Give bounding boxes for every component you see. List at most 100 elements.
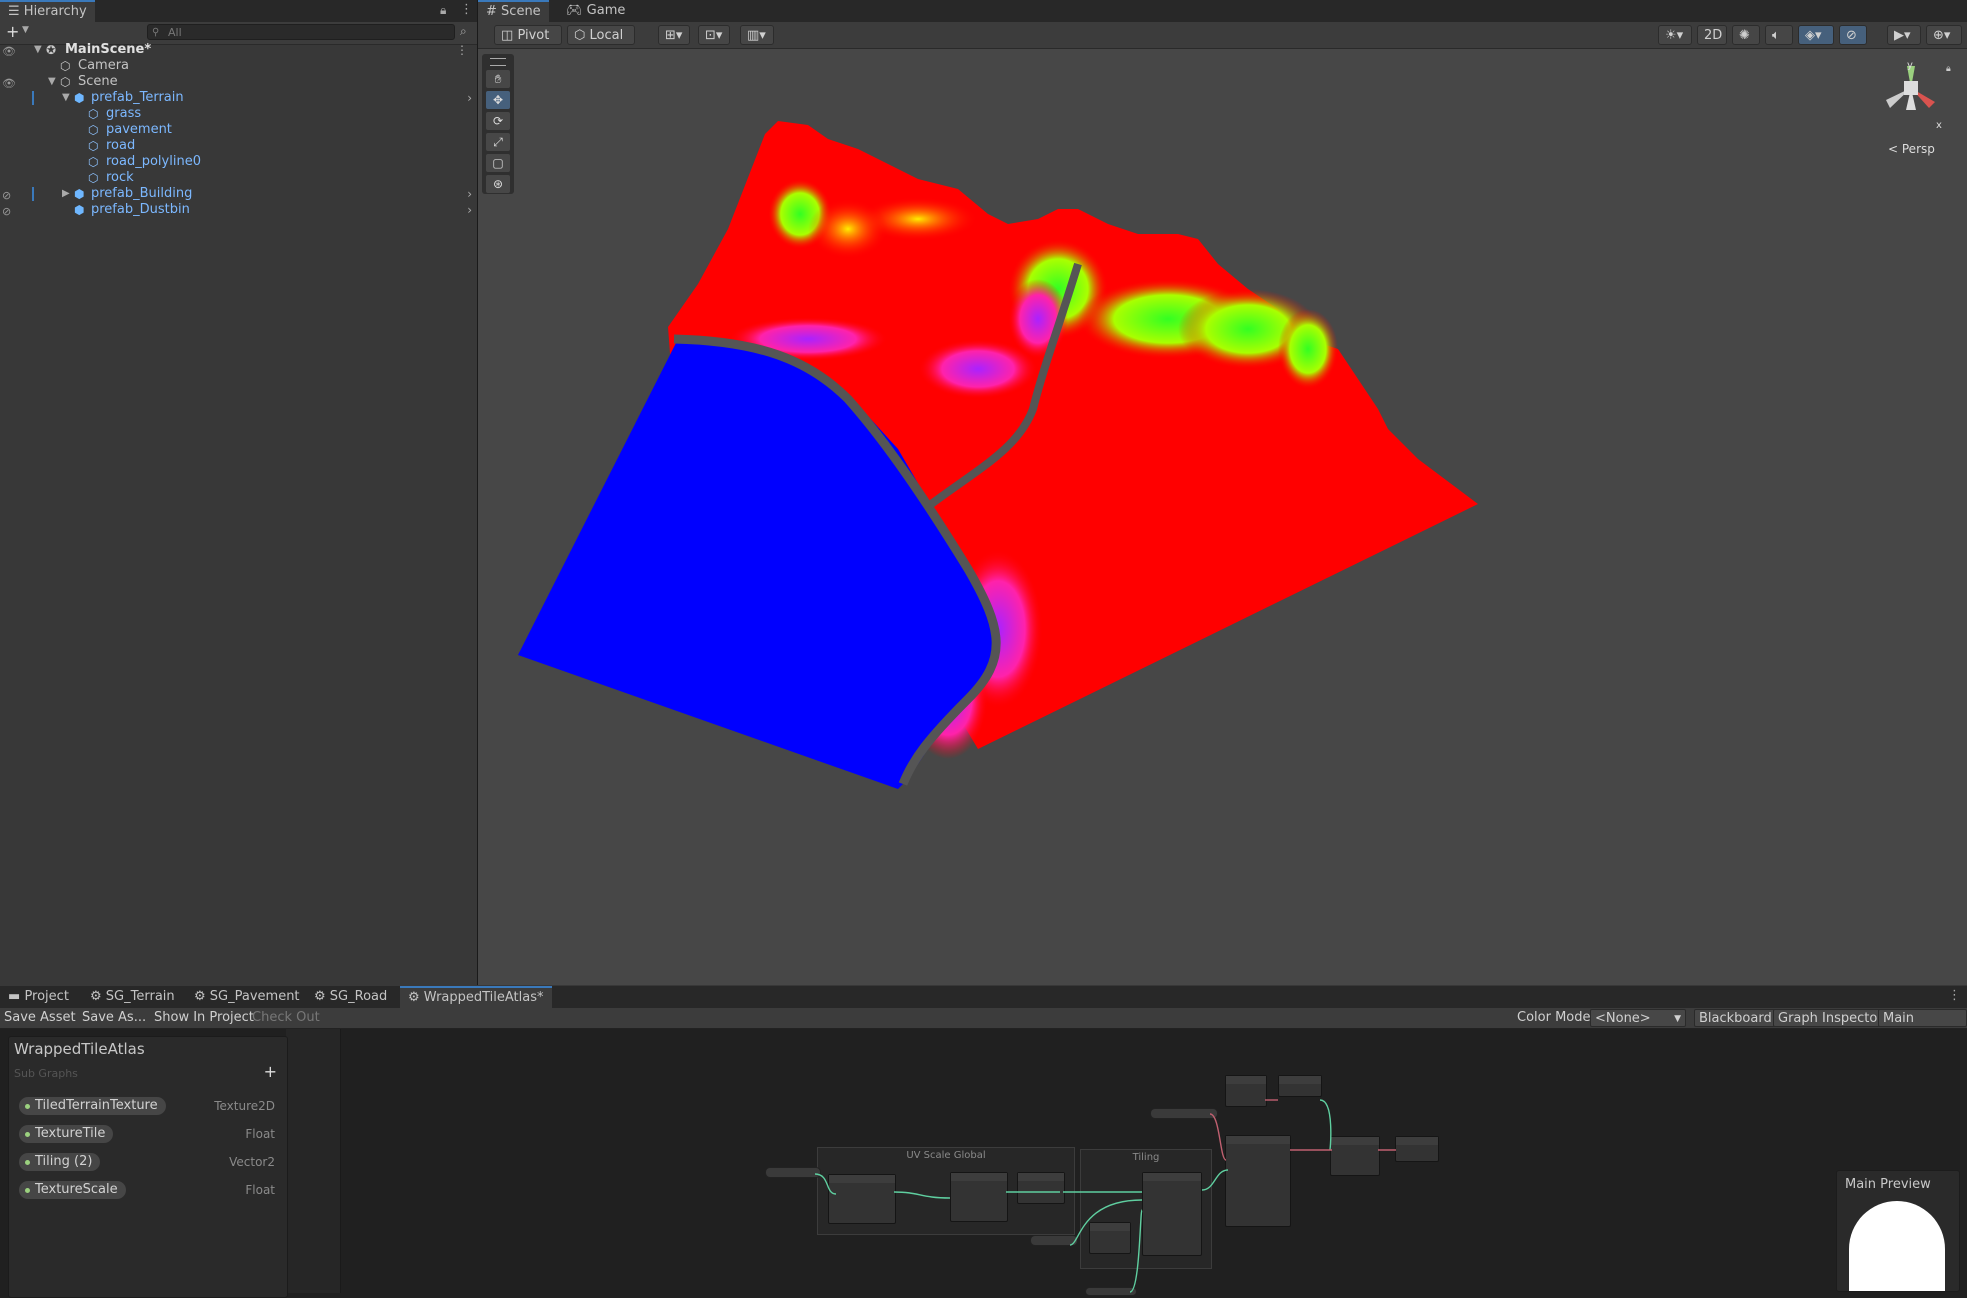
cube-icon: ⬡ bbox=[574, 28, 586, 43]
grid-snap-button[interactable]: ⊞▾ bbox=[658, 25, 690, 45]
list-item[interactable]: ⬡ Camera bbox=[32, 58, 472, 74]
collapse-triangle-icon[interactable]: ▶ bbox=[62, 186, 70, 202]
transform-tool-button[interactable]: ⊛ bbox=[486, 175, 510, 193]
tab-hierarchy[interactable]: ☰ Hierarchy bbox=[0, 0, 95, 22]
move-icon: ✥ bbox=[492, 93, 504, 107]
gameobject-icon: ⬡ bbox=[60, 75, 71, 89]
shadergraph-toolbar: Save Asset Save As... Show In Project Ch… bbox=[0, 1008, 1967, 1044]
hidden-visibility-icon[interactable]: ⊘ bbox=[2, 205, 11, 218]
gizmos-button[interactable]: ⊕▾ bbox=[1926, 25, 1962, 45]
expand-triangle-icon[interactable]: ▼ bbox=[48, 74, 56, 90]
grid-visibility-button[interactable]: ▥▾ bbox=[740, 25, 774, 45]
persp-label[interactable]: < Persp bbox=[1888, 142, 1935, 156]
tab-project[interactable]: ▬ Project bbox=[0, 986, 77, 1008]
tab-sg-pavement[interactable]: ⚙︎ SG_Pavement bbox=[186, 986, 308, 1008]
property-pill[interactable]: TextureTile bbox=[19, 1125, 114, 1143]
list-item[interactable]: ▼ ⬡ Scene bbox=[32, 74, 472, 90]
scene-viewport[interactable] bbox=[478, 49, 1967, 985]
gamepad-icon: 🎮︎ bbox=[566, 3, 583, 18]
list-item[interactable]: ⬡ road bbox=[32, 138, 472, 154]
move-tool-button[interactable]: ✥ bbox=[486, 91, 510, 109]
kebab-menu-icon[interactable]: ⋮ bbox=[1948, 988, 1961, 1003]
main-preview-panel[interactable]: Main Preview bbox=[1836, 1170, 1960, 1292]
bottom-tabbar: ▬ Project ⚙︎ SG_Terrain ⚙︎ SG_Pavement ⚙… bbox=[0, 986, 1967, 1009]
local-dropdown[interactable]: ⬡ Local ▼ bbox=[567, 25, 635, 62]
pivot-icon: ◫ bbox=[501, 28, 514, 43]
tab-wrapped-tile-atlas[interactable]: ⚙︎ WrappedTileAtlas* bbox=[400, 986, 552, 1008]
camera-settings-button[interactable]: ▶▾ bbox=[1887, 25, 1921, 45]
chevron-right-icon[interactable]: › bbox=[467, 90, 472, 106]
visibility-icon[interactable]: 👁︎ bbox=[2, 45, 16, 58]
add-property-icon[interactable]: + bbox=[264, 1062, 277, 1081]
hierarchy-panel: ☰ Hierarchy 🔒︎ ⋮ + ▼ ⚲ All ⌕ 👁︎ ▼ ✪ Main… bbox=[0, 0, 478, 985]
lock-icon[interactable]: 🔒︎ bbox=[1946, 64, 1951, 74]
list-item[interactable]: ▼ ✪ MainScene* ⋮ bbox=[32, 42, 472, 58]
scene-visibility-button[interactable]: ⊘ bbox=[1839, 25, 1867, 45]
hand-icon: ✋︎ bbox=[494, 72, 502, 86]
hand-tool-button[interactable]: ✋︎ bbox=[486, 70, 510, 88]
gameobject-icon: ⬡ bbox=[88, 123, 99, 137]
lock-icon[interactable]: 🔒︎ bbox=[440, 3, 446, 18]
check-out-button[interactable]: Check Out bbox=[252, 1008, 320, 1028]
property-pill[interactable]: TextureScale bbox=[19, 1181, 126, 1199]
audio-toggle-button[interactable]: 🔈︎ bbox=[1765, 25, 1793, 45]
subgraph-icon: ⚙︎ bbox=[408, 990, 420, 1005]
graph-inspector-toggle[interactable]: Graph Inspector bbox=[1773, 1009, 1888, 1027]
chevron-right-icon[interactable]: › bbox=[467, 186, 472, 202]
toggle-2d-button[interactable]: 2D bbox=[1697, 25, 1727, 45]
tab-sg-road[interactable]: ⚙︎ SG_Road bbox=[306, 986, 395, 1008]
scene-tabbar: # Scene 🎮︎ Game bbox=[478, 0, 1967, 23]
prefab-icon: ⬢ bbox=[74, 203, 85, 217]
expand-triangle-icon[interactable]: ▼ bbox=[34, 42, 42, 58]
list-item[interactable]: ⬢ prefab_Dustbin › bbox=[32, 202, 472, 218]
grid-snap-icon: ⊞▾ bbox=[665, 28, 683, 43]
lighting-button[interactable]: ☀▾ bbox=[1658, 25, 1692, 45]
scale-tool-button[interactable]: ⤢ bbox=[486, 133, 510, 151]
tab-scene[interactable]: # Scene bbox=[478, 0, 549, 22]
effects-icon: ◈▾ bbox=[1805, 28, 1822, 43]
list-icon: ☰ bbox=[8, 4, 20, 19]
shadergraph-icon: ⚙︎ bbox=[90, 989, 102, 1004]
blackboard-toggle[interactable]: Blackboard bbox=[1694, 1009, 1777, 1027]
scale-icon: ⤢ bbox=[493, 135, 503, 149]
visibility-icon[interactable]: 👁︎ bbox=[2, 77, 16, 90]
list-item[interactable]: ⬡ rock bbox=[32, 170, 472, 186]
color-mode-dropdown[interactable]: <None> ▼ bbox=[1590, 1009, 1686, 1027]
folder-icon: ▬ bbox=[8, 989, 21, 1004]
save-asset-button[interactable]: Save Asset bbox=[4, 1008, 76, 1028]
add-icon[interactable]: + bbox=[6, 22, 19, 41]
rect-tool-button[interactable]: ▢ bbox=[486, 154, 510, 172]
orientation-gizmo[interactable]: y x 🔒︎ < Persp bbox=[1880, 58, 1960, 168]
expand-triangle-icon[interactable]: ▼ bbox=[62, 90, 70, 106]
drag-handle[interactable] bbox=[490, 58, 506, 66]
kebab-menu-icon[interactable]: ⋮ bbox=[460, 2, 473, 17]
effects-toggle-button[interactable]: ◈▾ bbox=[1798, 25, 1834, 45]
property-pill[interactable]: TiledTerrainTexture bbox=[19, 1097, 166, 1115]
preview-sphere bbox=[1849, 1201, 1945, 1291]
pivot-dropdown[interactable]: ◫ Pivot ▼ bbox=[494, 25, 562, 62]
tab-game[interactable]: 🎮︎ Game bbox=[558, 0, 633, 22]
scene-search-icon[interactable]: ⌕ bbox=[460, 24, 467, 39]
show-in-project-button[interactable]: Show In Project bbox=[154, 1008, 254, 1028]
kebab-menu-icon[interactable]: ⋮ bbox=[456, 42, 468, 58]
prefab-icon: ⬢ bbox=[74, 91, 85, 105]
tab-sg-terrain[interactable]: ⚙︎ SG_Terrain bbox=[82, 986, 183, 1008]
save-as-button[interactable]: Save As... bbox=[82, 1008, 146, 1028]
globe-icon: ⊕▾ bbox=[1933, 28, 1951, 43]
list-item[interactable]: ⬡ road_polyline0 bbox=[32, 154, 472, 170]
property-pill[interactable]: Tiling (2) bbox=[19, 1153, 101, 1171]
list-item[interactable]: ▼ ⬢ prefab_Terrain › bbox=[32, 90, 472, 106]
camera-icon: ▶▾ bbox=[1894, 28, 1911, 43]
snap-increment-button[interactable]: ⊡▾ bbox=[698, 25, 730, 45]
search-input[interactable]: ⚲ All bbox=[147, 24, 455, 40]
list-item[interactable]: ⬡ grass bbox=[32, 106, 472, 122]
list-item[interactable]: ⬡ pavement bbox=[32, 122, 472, 138]
list-item[interactable]: ▶ ⬢ prefab_Building › bbox=[32, 186, 472, 202]
light-toggle-button[interactable]: ✺ bbox=[1732, 25, 1760, 45]
main-preview-toggle[interactable]: Main Preview bbox=[1878, 1009, 1967, 1044]
hidden-visibility-icon[interactable]: ⊘ bbox=[2, 189, 11, 202]
chevron-right-icon[interactable]: › bbox=[467, 202, 472, 218]
speaker-icon: 🔈︎ bbox=[1772, 28, 1780, 43]
chevron-down-icon[interactable]: ▼ bbox=[22, 25, 29, 35]
rotate-tool-button[interactable]: ⟳ bbox=[486, 112, 510, 130]
